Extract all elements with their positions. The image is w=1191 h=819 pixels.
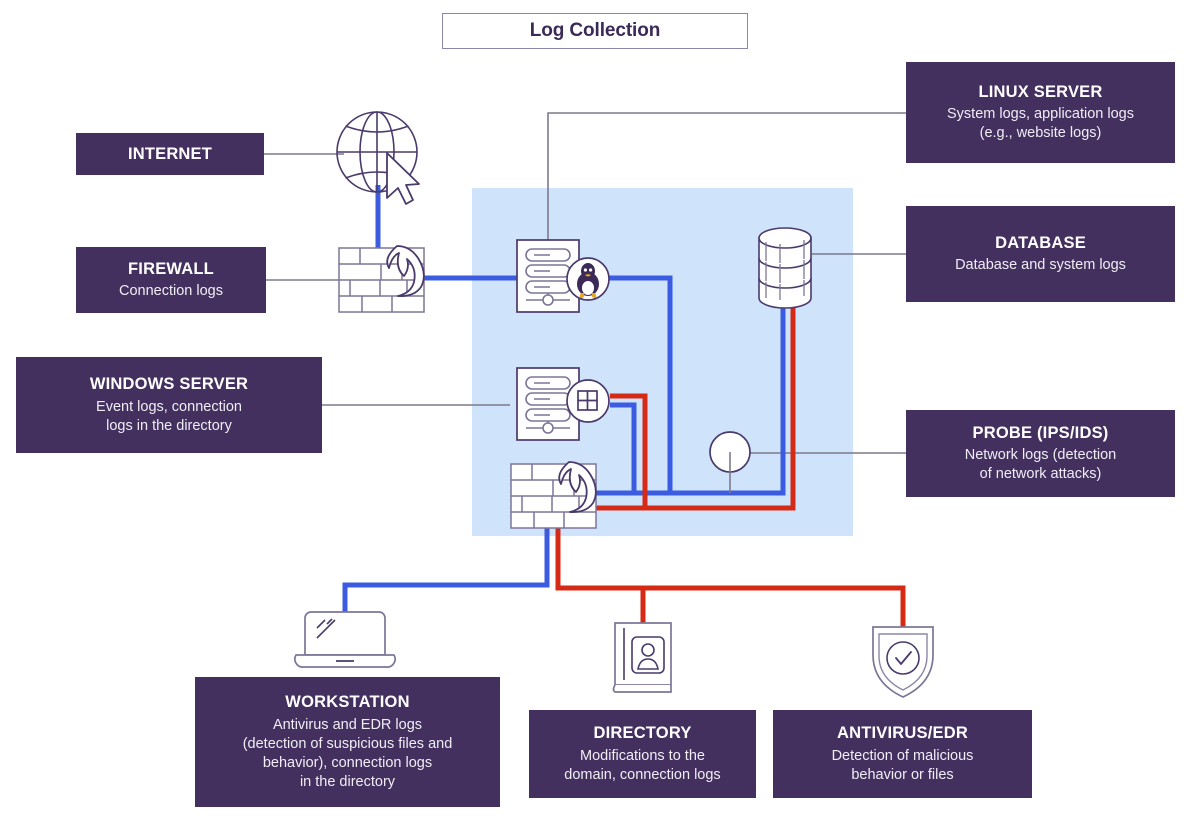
label-workstation-subtitle: Antivirus and EDR logs (detection of sus…: [242, 716, 453, 790]
label-firewall-title: FIREWALL: [128, 259, 214, 278]
label-database-subtitle: Database and system logs: [955, 257, 1126, 274]
label-linux-server[interactable]: LINUX SERVER System logs, application lo…: [906, 62, 1175, 163]
label-antivirus-edr-title: ANTIVIRUS/EDR: [837, 724, 968, 743]
label-linux-server-title: LINUX SERVER: [978, 82, 1103, 101]
label-database[interactable]: DATABASE Database and system logs: [906, 206, 1175, 302]
blue-path-firewall-workstation: [342, 528, 550, 612]
label-probe-subtitle: Network logs (detection of network attac…: [964, 447, 1117, 483]
label-internet-title: INTERNET: [127, 144, 213, 163]
shield-check-icon: [872, 626, 934, 698]
red-path-firewall-endpoints: [555, 528, 906, 627]
label-internet[interactable]: INTERNET: [76, 133, 264, 175]
directory-book-icon: [612, 622, 672, 693]
diagram-canvas: Log Collection INTERNET FIREWALL Connect…: [0, 0, 1191, 819]
label-antivirus-edr-subtitle: Detection of malicious behavior or files: [831, 747, 974, 783]
internal-network-panel: [472, 188, 853, 536]
label-directory-subtitle: Modifications to the domain, connection …: [564, 747, 721, 783]
label-linux-server-subtitle: System logs, application logs (e.g., web…: [947, 106, 1134, 142]
diagram-title: Log Collection: [442, 13, 748, 49]
label-database-title: DATABASE: [995, 233, 1086, 252]
label-antivirus-edr[interactable]: ANTIVIRUS/EDR Detection of malicious beh…: [773, 710, 1032, 798]
label-firewall[interactable]: FIREWALL Connection logs: [76, 247, 266, 313]
globe-cursor-icon: [336, 111, 418, 193]
label-windows-server[interactable]: WINDOWS SERVER Event logs, connection lo…: [16, 357, 322, 453]
label-windows-server-subtitle: Event logs, connection logs in the direc…: [96, 398, 242, 434]
label-workstation-title: WORKSTATION: [285, 692, 410, 711]
label-directory-title: DIRECTORY: [593, 724, 692, 743]
label-firewall-subtitle: Connection logs: [119, 283, 223, 300]
laptop-icon: [294, 611, 396, 668]
diagram-title-text: Log Collection: [529, 20, 661, 41]
firewall-brick-flame-icon: [338, 245, 425, 313]
label-workstation[interactable]: WORKSTATION Antivirus and EDR logs (dete…: [195, 677, 500, 807]
label-windows-server-title: WINDOWS SERVER: [89, 375, 249, 394]
label-probe[interactable]: PROBE (IPS/IDS) Network logs (detection …: [906, 410, 1175, 497]
label-directory[interactable]: DIRECTORY Modifications to the domain, c…: [529, 710, 756, 798]
label-probe-title: PROBE (IPS/IDS): [972, 423, 1109, 442]
cursor-arrow-icon: [386, 152, 420, 205]
